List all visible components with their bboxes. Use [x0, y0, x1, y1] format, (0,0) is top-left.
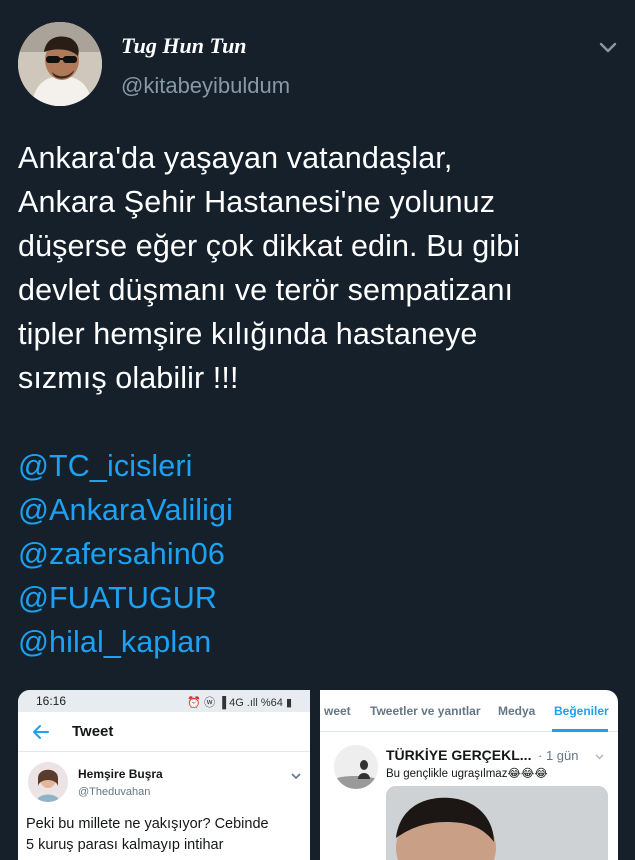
- status-icons: ⏰ ⓦ ▐ 4G .ıll %64 ▮: [187, 697, 292, 709]
- nurse-name: Hemşire Buşra: [78, 767, 163, 781]
- nurse-text-line: Peki bu millete ne yakışıyor? Cebinde: [26, 816, 269, 832]
- tweet-line: düşerse eğer çok dikkat edin. Bu gibi: [18, 229, 521, 263]
- author-handle[interactable]: @kitabeyibuldum: [121, 73, 290, 99]
- tweet-line: Ankara Şehir Hastanesi'ne yolunuz: [18, 185, 496, 219]
- chevron-down-icon[interactable]: [597, 36, 619, 58]
- arrow-left-icon: [32, 723, 50, 741]
- tab-tweets: weet: [324, 704, 351, 718]
- media-image-left[interactable]: 16:16 ⏰ ⓦ ▐ 4G .ıll %64 ▮ Tweet Hemşire …: [18, 690, 310, 860]
- chevron-down-icon: [290, 769, 302, 781]
- tweet-line: Ankara'da yaşayan vatandaşlar,: [18, 141, 453, 175]
- mention-link[interactable]: @FUATUGUR: [18, 576, 618, 620]
- tab-tweets-replies: Tweetler ve yanıtlar: [370, 704, 481, 718]
- tweet-screen-header: Tweet: [18, 712, 310, 752]
- tweet-line: tipler hemşire kılığında hastaneye: [18, 317, 478, 351]
- mention-link[interactable]: @TC_icisleri: [18, 444, 618, 488]
- tweet-media[interactable]: 16:16 ⏰ ⓦ ▐ 4G .ıll %64 ▮ Tweet Hemşire …: [18, 690, 618, 860]
- active-tab-indicator: [552, 729, 608, 732]
- status-time: 16:16: [36, 694, 67, 708]
- embedded-photo: [386, 786, 608, 860]
- tab-media: Medya: [498, 704, 536, 718]
- tweet-text: Ankara'da yaşayan vatandaşlar, Ankara Şe…: [18, 136, 618, 664]
- tab-likes: Beğeniler: [554, 704, 609, 718]
- profile-tabs: weet Tweetler ve yanıtlar Medya Beğenile…: [320, 690, 618, 732]
- media-image-right[interactable]: weet Tweetler ve yanıtlar Medya Beğenile…: [320, 690, 618, 860]
- author-avatar[interactable]: [18, 22, 102, 106]
- phone-status-bar: 16:16 ⏰ ⓦ ▐ 4G .ıll %64 ▮: [18, 690, 310, 712]
- chevron-down-icon: [594, 749, 605, 760]
- account-avatar: [334, 745, 378, 789]
- tweet-line: devlet düşmanı ve terör sempatizanı: [18, 273, 514, 307]
- mention-link[interactable]: @hilal_kaplan: [18, 620, 618, 664]
- mention-link[interactable]: @zafersahin06: [18, 532, 618, 576]
- author-photo: [18, 22, 102, 106]
- nurse-handle: @Theduvahan: [78, 786, 151, 798]
- tweet-line: sızmış olabilir !!!: [18, 361, 239, 395]
- account-name: TÜRKİYE GERÇEKL...: [386, 747, 532, 763]
- tweet-time: · 1 gün: [538, 748, 579, 763]
- mention-link[interactable]: @AnkaraValiligi: [18, 488, 618, 532]
- nurse-tweet-text: Peki bu millete ne yakışıyor? Cebinde 5 …: [26, 814, 310, 856]
- nurse-text-line: 5 kuruş parası kalmayıp intihar: [26, 837, 224, 853]
- screen-title: Tweet: [72, 723, 114, 740]
- account-tweet-text: Bu gençlikle ugraşılmaz😂😂😂: [386, 768, 548, 780]
- author-display-name[interactable]: Tug Hun Tun: [121, 33, 247, 59]
- nurse-avatar: [28, 762, 68, 802]
